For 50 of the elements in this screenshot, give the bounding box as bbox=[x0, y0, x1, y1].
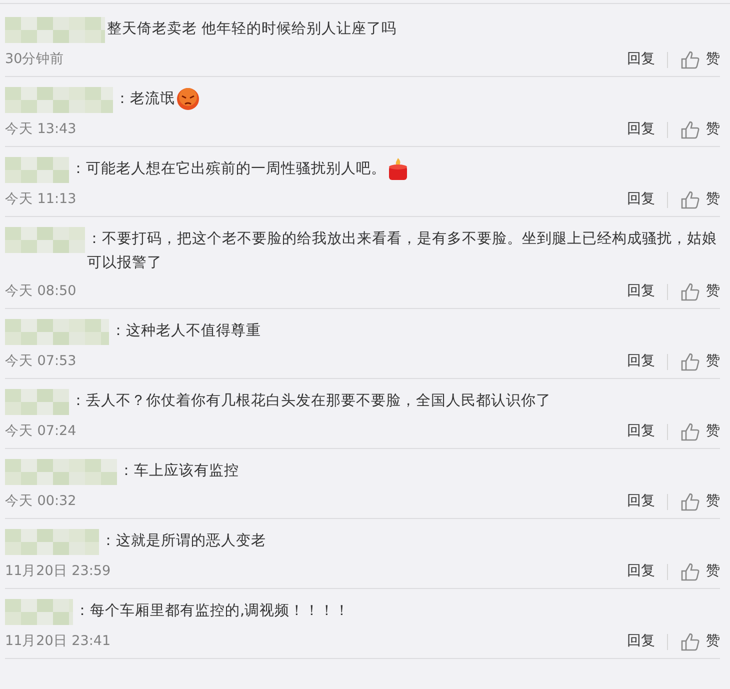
reply-button[interactable]: 回复 bbox=[627, 421, 655, 442]
thumbs-up-icon[interactable] bbox=[680, 190, 700, 210]
thumbs-up-icon[interactable] bbox=[680, 492, 700, 512]
comment-text: ：可能老人想在它出殡前的一周性骚扰别人吧。 bbox=[71, 160, 386, 179]
thumbs-up-icon[interactable] bbox=[680, 352, 700, 372]
like-button[interactable]: 赞 bbox=[706, 491, 720, 512]
comment-text: 整天倚老卖老 他年轻的时候给别人让座了吗 bbox=[107, 20, 397, 39]
like-button[interactable]: 赞 bbox=[706, 49, 720, 70]
thumbs-up-icon[interactable] bbox=[680, 50, 700, 70]
comment-time: 11月20日 23:41 bbox=[5, 632, 112, 652]
blurred-username bbox=[5, 157, 69, 183]
comment-text: ：车上应该有监控 bbox=[119, 462, 239, 481]
comment-time: 今天 07:53 bbox=[5, 352, 78, 372]
reply-button[interactable]: 回复 bbox=[627, 189, 655, 210]
comment-text: ：这就是所谓的恶人变老 bbox=[101, 532, 266, 551]
comment-text: ：不要打码，把这个老不要脸的给我放出来看看，是有多不要脸。坐到腿上已经构成骚扰，姑娘可以报警了 bbox=[87, 230, 718, 273]
like-button[interactable]: 赞 bbox=[706, 189, 720, 210]
thumbs-up-icon[interactable] bbox=[680, 562, 700, 582]
comment-time: 11月20日 23:59 bbox=[5, 562, 112, 582]
reply-button[interactable]: 回复 bbox=[627, 631, 655, 652]
comment-text: ：这种老人不值得尊重 bbox=[111, 322, 261, 341]
comment-time: 今天 13:43 bbox=[5, 120, 78, 140]
thumbs-up-icon[interactable] bbox=[680, 282, 700, 302]
like-button[interactable]: 赞 bbox=[706, 561, 720, 582]
thumbs-up-icon[interactable] bbox=[680, 120, 700, 140]
candle-icon bbox=[387, 157, 409, 181]
comment-time: 今天 08:50 bbox=[5, 282, 78, 302]
like-button[interactable]: 赞 bbox=[706, 351, 720, 372]
comment-time: 今天 00:32 bbox=[5, 492, 78, 512]
blurred-username bbox=[5, 599, 73, 625]
comment-text: ：每个车厢里都有监控的,调视频！！！！ bbox=[75, 602, 350, 621]
angry-face-icon bbox=[176, 87, 200, 111]
blurred-username bbox=[5, 389, 69, 415]
reply-button[interactable]: 回复 bbox=[627, 491, 655, 512]
thumbs-up-icon[interactable] bbox=[680, 632, 700, 652]
reply-button[interactable]: 回复 bbox=[627, 49, 655, 70]
thumbs-up-icon[interactable] bbox=[680, 422, 700, 442]
like-button[interactable]: 赞 bbox=[706, 281, 720, 302]
comment-text: ：老流氓 bbox=[115, 90, 175, 109]
reply-button[interactable]: 回复 bbox=[627, 281, 655, 302]
comment-time: 今天 11:13 bbox=[5, 190, 78, 210]
like-button[interactable]: 赞 bbox=[706, 421, 720, 442]
like-button[interactable]: 赞 bbox=[706, 631, 720, 652]
like-button[interactable]: 赞 bbox=[706, 119, 720, 140]
reply-button[interactable]: 回复 bbox=[627, 561, 655, 582]
comment-time: 今天 07:24 bbox=[5, 422, 78, 442]
comment-text: ：丢人不？你仗着你有几根花白头发在那要不要脸，全国人民都认识你了 bbox=[71, 392, 551, 411]
comment-time: 30分钟前 bbox=[5, 50, 66, 70]
reply-button[interactable]: 回复 bbox=[627, 119, 655, 140]
reply-button[interactable]: 回复 bbox=[627, 351, 655, 372]
